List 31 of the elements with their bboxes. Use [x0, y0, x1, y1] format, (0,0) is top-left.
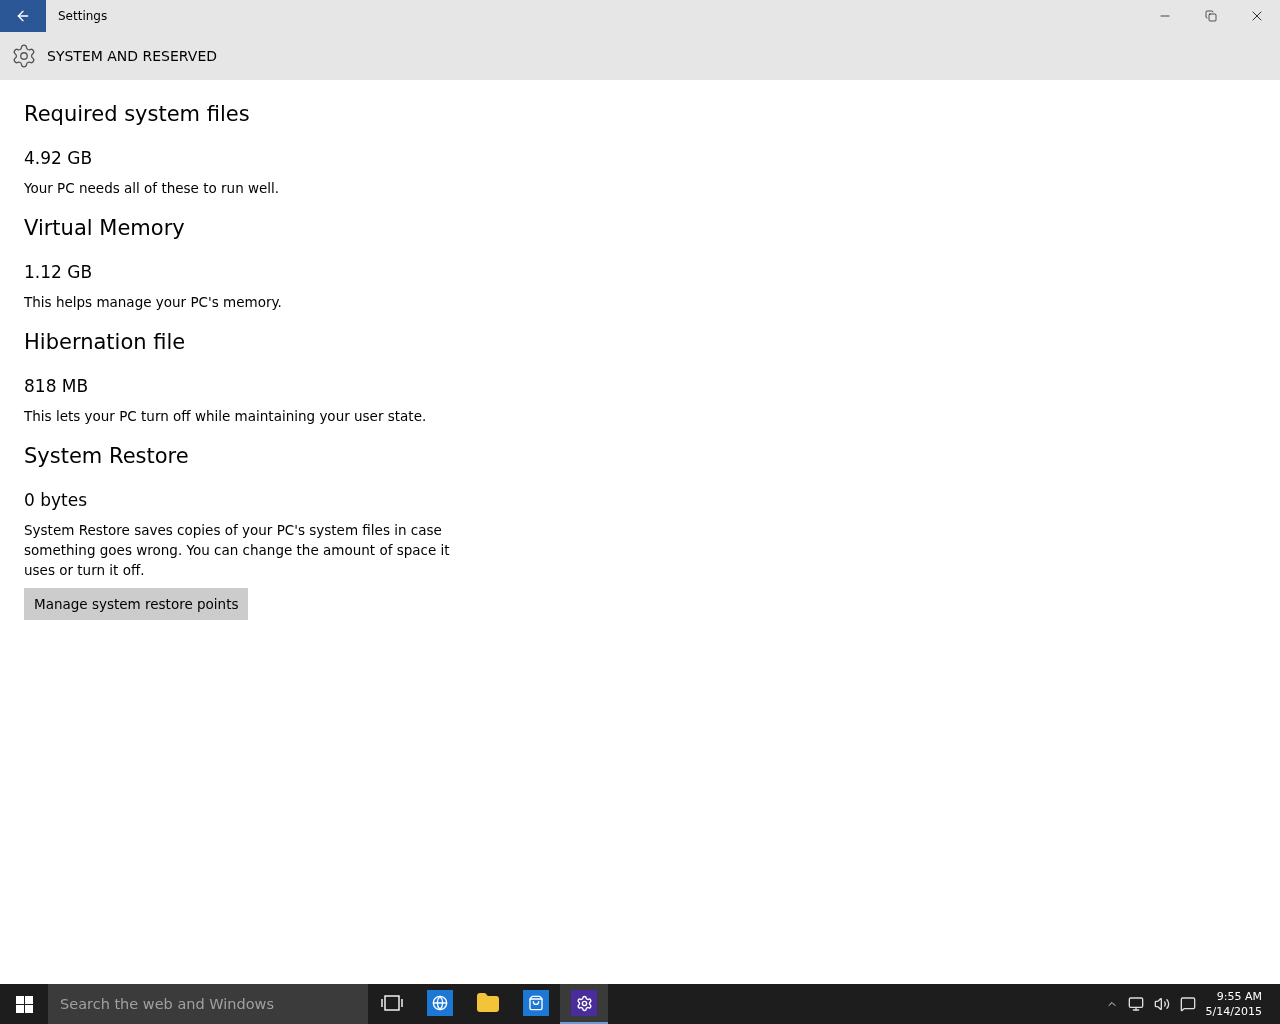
section-description: System Restore saves copies of your PC's system files in case something goes wrong. You can change the amount of space it uses or turn it off.	[24, 521, 451, 580]
section-heading: Hibernation file	[24, 330, 187, 354]
page-title: SYSTEM AND RESERVED	[47, 48, 217, 64]
globe-icon	[427, 990, 453, 1016]
search-field[interactable]: Search the web and Windows	[48, 984, 368, 1024]
size-value: 4.92 GB	[24, 148, 94, 168]
window-title: Settings	[58, 9, 109, 23]
windows-logo-icon	[15, 995, 33, 1013]
section-heading: Required system files	[24, 102, 251, 126]
back-arrow-icon	[15, 8, 31, 24]
restore-icon	[1205, 10, 1217, 22]
taskbar-app-button[interactable]	[560, 984, 608, 1024]
section-heading: Virtual Memory	[24, 216, 186, 240]
notifications-icon[interactable]	[1179, 996, 1196, 1012]
shopping-bag-icon	[523, 990, 549, 1016]
manage-restore-points-button[interactable]: Manage system restore points	[24, 588, 249, 620]
section-description: This lets your PC turn off while maintaining your user state.	[24, 407, 428, 426]
size-value: 818 MB	[24, 376, 90, 396]
size-value: 0 bytes	[24, 490, 89, 510]
section-description: This helps manage your PC's memory.	[24, 293, 283, 312]
gear-icon	[571, 990, 597, 1016]
section-heading: System Restore	[24, 444, 190, 468]
network-icon[interactable]	[1127, 996, 1144, 1012]
volume-icon[interactable]	[1153, 996, 1170, 1012]
settings-icon	[11, 43, 37, 69]
section-description: Your PC needs all of these to run well.	[24, 179, 281, 198]
clock-time: 9:55 AM	[1216, 989, 1262, 1004]
size-value: 1.12 GB	[24, 262, 94, 282]
back-button[interactable]	[0, 0, 46, 32]
clock-date: 5/14/2015	[1205, 1004, 1262, 1019]
task-view-icon	[381, 995, 403, 1011]
